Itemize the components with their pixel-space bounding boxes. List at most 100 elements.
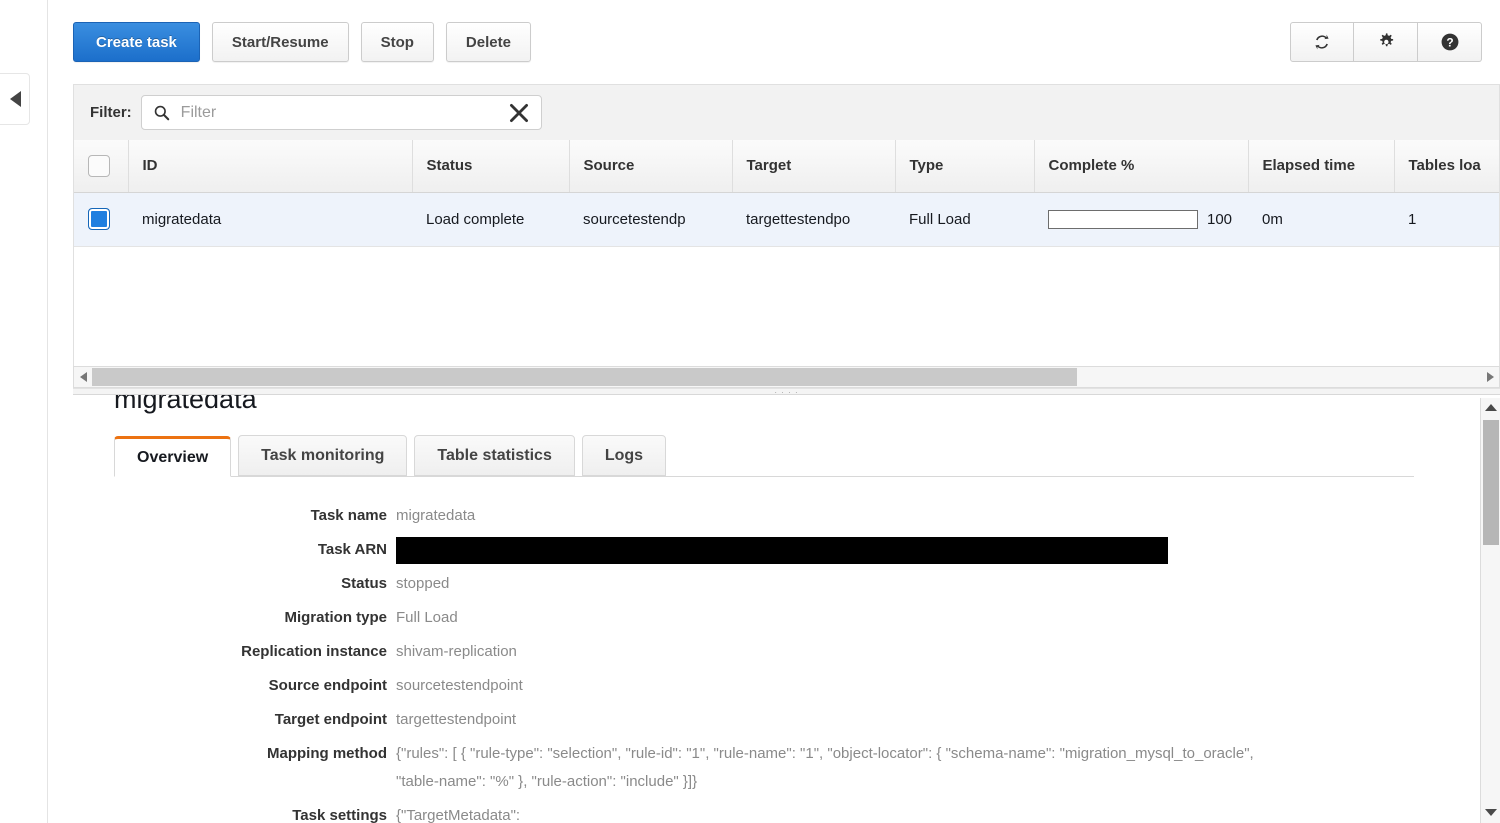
delete-button[interactable]: Delete	[445, 22, 531, 62]
field-value: {"TargetMetadata": {"TargetSchema": "", …	[396, 802, 1274, 823]
sidebar-collapse-button[interactable]	[0, 73, 30, 125]
vscroll-thumb[interactable]	[1483, 420, 1499, 545]
create-task-button[interactable]: Create task	[73, 22, 200, 62]
hscroll-right-button[interactable]	[1481, 367, 1499, 387]
chevron-left-icon	[10, 91, 21, 107]
field-label: Source endpoint	[268, 677, 387, 694]
chevron-left-icon	[79, 372, 87, 382]
field-value: Full Load	[396, 609, 458, 626]
table-row[interactable]: migratedata Load complete sourcetestendp…	[74, 192, 1499, 247]
field-value	[396, 536, 1168, 564]
task-detail-panel: migratedata Overview Task monitoring Tab…	[73, 395, 1500, 823]
cell-type: Full Load	[895, 192, 1034, 247]
field-status: Status stopped	[73, 570, 1393, 598]
row-select-cell[interactable]	[74, 192, 128, 247]
field-value: stopped	[396, 575, 450, 592]
chevron-up-icon	[1485, 403, 1497, 411]
hscroll-left-button[interactable]	[74, 367, 92, 387]
hscroll-track[interactable]	[92, 367, 1481, 387]
tasks-table-wrapper: ID Status Source Target Type Complete % …	[73, 140, 1500, 247]
tasks-toolbar: Create task Start/Resume Stop Delete ?	[48, 0, 1500, 84]
field-label: Task name	[310, 507, 387, 524]
field-label: Task settings	[292, 807, 387, 823]
tasks-table: ID Status Source Target Type Complete % …	[74, 140, 1499, 247]
stop-button[interactable]: Stop	[360, 22, 434, 62]
column-header-elapsed-time[interactable]: Elapsed time	[1248, 140, 1395, 193]
svg-text:?: ?	[1446, 36, 1453, 50]
task-settings-first-line: {"TargetMetadata":	[396, 807, 521, 823]
filter-label: Filter:	[90, 104, 132, 121]
main-content: Create task Start/Resume Stop Delete ? F…	[48, 0, 1500, 823]
refresh-button[interactable]	[1290, 22, 1354, 62]
field-value: {"rules": [ { "rule-type": "selection", …	[396, 745, 1254, 790]
tab-logs[interactable]: Logs	[581, 435, 667, 476]
cell-target: targettestendpo	[732, 192, 895, 247]
panel-splitter[interactable]: · · · ·	[73, 388, 1500, 397]
column-header-status[interactable]: Status	[412, 140, 570, 193]
filter-bar: Filter:	[73, 84, 1500, 140]
tab-overview[interactable]: Overview	[114, 436, 232, 477]
gear-icon	[1379, 33, 1393, 47]
detail-tabs: Overview Task monitoring Table statistic…	[114, 435, 1414, 477]
filter-input[interactable]	[178, 102, 479, 123]
search-icon	[154, 105, 169, 121]
clear-filter-button[interactable]	[506, 100, 532, 126]
field-source-endpoint: Source endpoint sourcetestendpoint	[73, 672, 1393, 700]
field-label: Mapping method	[267, 745, 387, 762]
column-header-complete-percent[interactable]: Complete %	[1034, 140, 1249, 193]
field-label: Replication instance	[241, 643, 387, 660]
hscroll-thumb[interactable]	[92, 368, 1077, 386]
field-task-arn: Task ARN	[73, 536, 1393, 564]
select-all-checkbox[interactable]	[88, 154, 110, 177]
tab-table-statistics[interactable]: Table statistics	[414, 435, 575, 476]
refresh-icon	[1315, 34, 1329, 50]
cell-id: migratedata	[128, 192, 412, 247]
settings-button[interactable]	[1354, 22, 1418, 62]
field-label: Status	[341, 575, 387, 592]
cell-elapsed-time: 0m	[1248, 192, 1394, 247]
field-target-endpoint: Target endpoint targettestendpoint	[73, 706, 1393, 734]
field-label: Migration type	[284, 609, 387, 626]
column-header-source[interactable]: Source	[569, 140, 733, 193]
cell-source: sourcetestendp	[569, 192, 732, 247]
help-button[interactable]: ?	[1418, 22, 1482, 62]
table-empty-area	[73, 247, 1500, 366]
field-value: targettestendpoint	[396, 711, 517, 728]
field-task-name: Task name migratedata	[73, 502, 1393, 530]
task-overview-list: Task name migratedata Task ARN Status st…	[73, 502, 1393, 823]
redaction-bar	[396, 536, 1168, 564]
progress-bar	[1048, 209, 1198, 229]
column-header-id[interactable]: ID	[128, 140, 413, 193]
field-task-settings: Task settings {"TargetMetadata": {"Targe…	[73, 802, 1393, 823]
column-header-tables-loaded[interactable]: Tables loa	[1394, 140, 1499, 193]
row-checkbox[interactable]	[88, 208, 110, 230]
left-nav-rail	[0, 0, 48, 823]
field-label: Task ARN	[317, 541, 387, 558]
toolbar-icon-group: ?	[1290, 22, 1482, 62]
cell-status: Load complete	[412, 192, 569, 247]
table-horizontal-scrollbar[interactable]	[73, 366, 1500, 388]
filter-field[interactable]	[140, 95, 542, 130]
field-value: migratedata	[396, 507, 476, 524]
field-value: shivam-replication	[396, 643, 517, 660]
column-header-target[interactable]: Target	[732, 140, 896, 193]
field-replication-instance: Replication instance shivam-replication	[73, 638, 1393, 666]
cell-tables-loaded: 1	[1394, 192, 1499, 247]
select-all-header	[74, 140, 129, 193]
vscroll-down-button[interactable]	[1481, 803, 1500, 821]
progress-value: 100	[1207, 210, 1233, 228]
dms-tasks-page: Create task Start/Resume Stop Delete ? F…	[0, 0, 1500, 823]
vscroll-up-button[interactable]	[1481, 398, 1500, 416]
chevron-right-icon	[1486, 372, 1494, 382]
field-label: Target endpoint	[274, 711, 387, 728]
start-resume-button[interactable]: Start/Resume	[211, 22, 349, 62]
task-detail-inner: migratedata Overview Task monitoring Tab…	[73, 395, 1473, 823]
column-header-type[interactable]: Type	[895, 140, 1035, 193]
tab-task-monitoring[interactable]: Task monitoring	[238, 435, 408, 476]
chevron-down-icon	[1485, 808, 1497, 816]
help-icon: ?	[1441, 33, 1458, 51]
table-header-row: ID Status Source Target Type Complete % …	[74, 140, 1499, 193]
detail-vertical-scrollbar[interactable]	[1480, 398, 1500, 823]
field-mapping-method: Mapping method {"rules": [ { "rule-type"…	[73, 740, 1393, 796]
field-migration-type: Migration type Full Load	[73, 604, 1393, 632]
